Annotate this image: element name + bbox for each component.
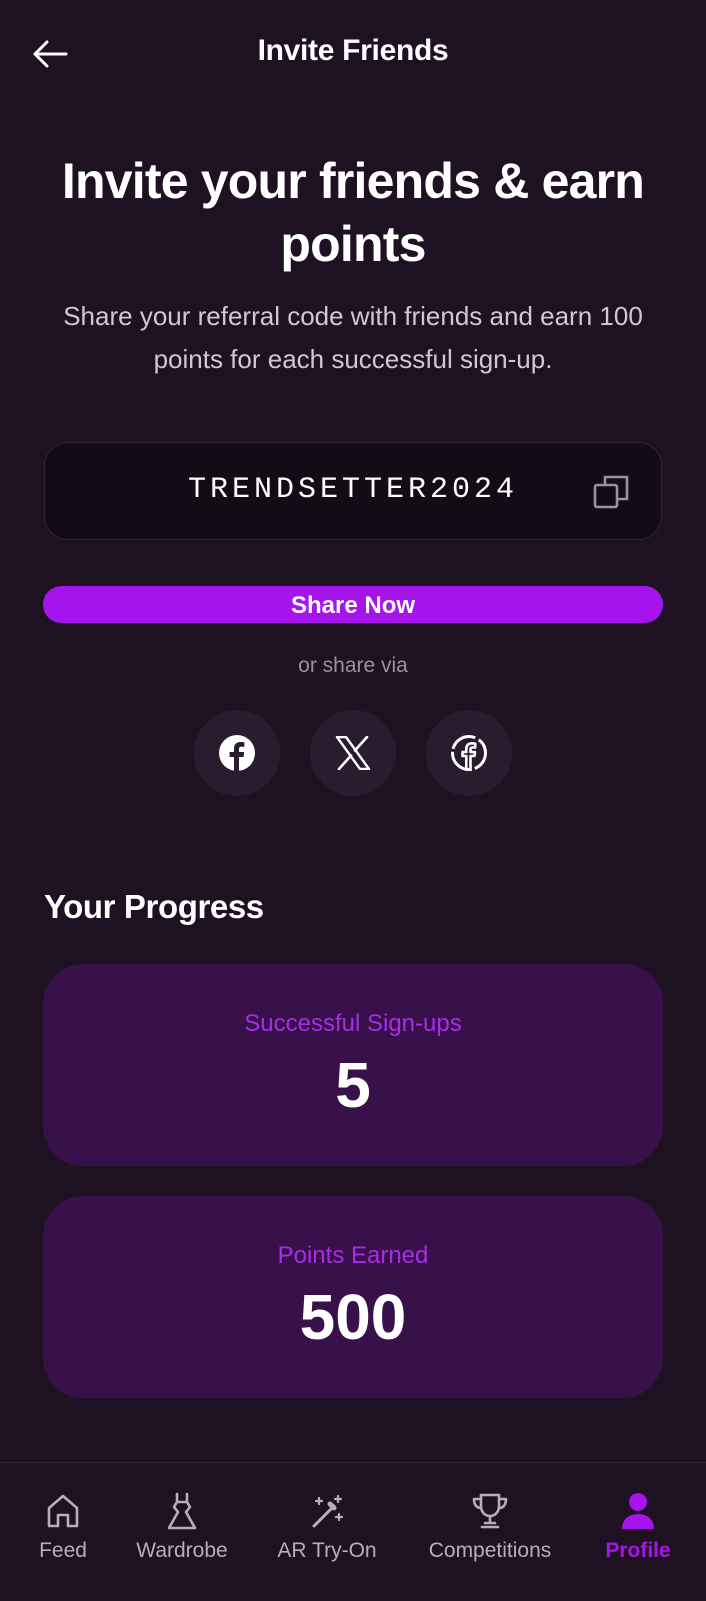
person-icon <box>618 1491 658 1531</box>
stat-label: Points Earned <box>277 1242 429 1269</box>
nav-item-profile[interactable]: Profile <box>590 1463 686 1601</box>
copy-code-button[interactable] <box>593 473 631 511</box>
referral-code: TRENDSETTER2024 <box>187 473 519 507</box>
points-stat-card: Points Earned 500 <box>43 1196 663 1398</box>
facebook-icon <box>219 735 255 771</box>
facebook-outline-icon <box>451 735 487 771</box>
stat-value: 5 <box>335 1049 371 1121</box>
stat-value: 500 <box>299 1281 407 1353</box>
trophy-icon <box>470 1491 510 1531</box>
nav-label: AR Try-On <box>277 1539 377 1562</box>
dress-icon <box>162 1491 202 1531</box>
nav-item-ar-try-on[interactable]: AR Try-On <box>264 1463 390 1601</box>
share-now-button[interactable]: Share Now <box>43 586 663 623</box>
nav-label: Profile <box>605 1539 671 1562</box>
page-title: Invite Friends <box>257 34 449 67</box>
share-x-button[interactable] <box>310 710 396 796</box>
nav-item-wardrobe[interactable]: Wardrobe <box>122 1463 242 1601</box>
x-logo-icon <box>335 736 371 770</box>
magic-wand-icon <box>307 1491 347 1531</box>
nav-item-feed[interactable]: Feed <box>20 1463 106 1601</box>
signups-stat-card: Successful Sign-ups 5 <box>43 964 663 1166</box>
referral-code-box: TRENDSETTER2024 <box>44 442 662 540</box>
share-facebook-button[interactable] <box>194 710 280 796</box>
copy-icon <box>593 475 629 509</box>
nav-label: Feed <box>39 1539 87 1562</box>
hero-subtitle: Share your referral code with friends an… <box>63 301 643 374</box>
share-facebook-alt-button[interactable] <box>426 710 512 796</box>
stat-label: Successful Sign-ups <box>244 1010 462 1037</box>
home-icon <box>43 1491 83 1531</box>
nav-item-competitions[interactable]: Competitions <box>412 1463 568 1601</box>
progress-section-title: Your Progress <box>44 888 264 925</box>
bottom-nav: Feed Wardrobe AR Try-On Competitions Pro… <box>0 1462 706 1601</box>
or-share-via-label: or share via <box>298 654 408 677</box>
nav-label: Wardrobe <box>136 1539 228 1562</box>
nav-label: Competitions <box>428 1539 552 1562</box>
hero-title: Invite your friends & earn points <box>61 153 645 272</box>
app-header: Invite Friends <box>0 0 706 108</box>
